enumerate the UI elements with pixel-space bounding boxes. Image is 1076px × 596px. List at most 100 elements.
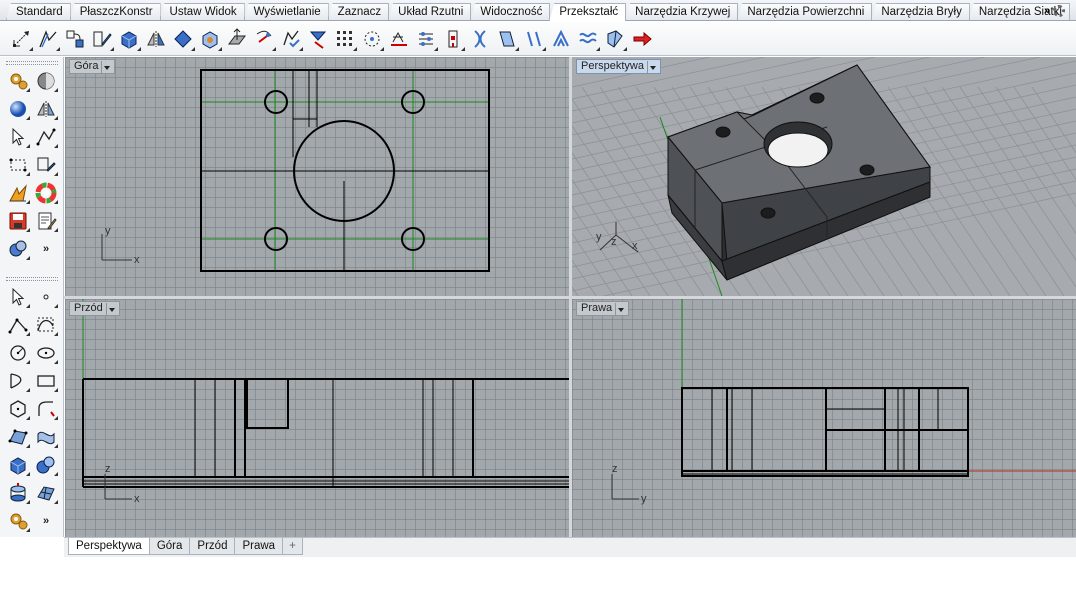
box-solid-icon[interactable]	[4, 451, 32, 479]
surface-curve-icon[interactable]	[32, 423, 60, 451]
snap-icon[interactable]	[332, 25, 358, 53]
history-icon[interactable]	[4, 179, 32, 207]
select-arrow-icon[interactable]	[4, 123, 32, 151]
chevron-right-icon[interactable]: »	[1044, 5, 1050, 17]
dropdown-arrow-icon[interactable]	[646, 60, 657, 73]
tab-6[interactable]: Widoczność	[470, 3, 551, 20]
arc-icon[interactable]	[4, 367, 32, 395]
tab-7[interactable]: Przekształć	[549, 3, 627, 21]
boolean-spheres-icon[interactable]	[4, 235, 32, 263]
tab-8[interactable]: Narzędzia Krzywej	[625, 3, 739, 20]
scale-icon[interactable]	[89, 25, 115, 53]
align-icon[interactable]	[224, 25, 250, 53]
viewport-tab-2[interactable]: Przód	[189, 538, 236, 555]
line-icon[interactable]	[4, 311, 32, 339]
taper-icon[interactable]	[413, 25, 439, 53]
polyline-icon[interactable]	[32, 123, 60, 151]
main-left-group: »	[4, 283, 60, 535]
more-tools-chevron[interactable]: »	[32, 507, 60, 535]
tools-gear-icon[interactable]	[4, 507, 32, 535]
polygon-icon[interactable]	[4, 395, 32, 423]
options-gear-icon[interactable]	[4, 67, 32, 95]
tab-9[interactable]: Narzędzia Powierzchni	[737, 3, 873, 20]
array-icon[interactable]	[170, 25, 196, 53]
edit-points-icon[interactable]	[32, 151, 60, 179]
circle-icon[interactable]	[4, 339, 32, 367]
stretch-icon[interactable]	[467, 25, 493, 53]
viewport-front[interactable]: z x Przód	[65, 299, 569, 537]
properties-icon[interactable]	[32, 207, 60, 235]
rendered-sphere-icon[interactable]	[4, 95, 32, 123]
mirror-icon[interactable]	[32, 95, 60, 123]
shaded-sphere-icon[interactable]	[32, 67, 60, 95]
surface-from-points-icon[interactable]	[4, 423, 32, 451]
ellipse-icon[interactable]	[32, 339, 60, 367]
viewport-tab-0[interactable]: Perspektywa	[68, 538, 150, 555]
viewport-tab-1[interactable]: Góra	[148, 538, 191, 555]
transform-toolbar	[0, 22, 1076, 56]
color-wheel-icon[interactable]	[32, 179, 60, 207]
rectangle-icon[interactable]	[32, 367, 60, 395]
sphere-boolean-icon[interactable]	[32, 451, 60, 479]
tab-4[interactable]: Zaznacz	[327, 3, 390, 20]
left-sidebar-toolbar: » »	[0, 57, 64, 537]
camera-icon[interactable]	[602, 25, 628, 53]
add-viewport-tab-button[interactable]: +	[282, 538, 303, 555]
dropdown-arrow-icon[interactable]	[105, 302, 116, 315]
gear-icon[interactable]	[1053, 5, 1066, 17]
dropdown-arrow-icon[interactable]	[615, 302, 625, 315]
persp-axis-x: x	[632, 240, 638, 252]
polar-array-icon[interactable]	[251, 25, 277, 53]
transform-icon[interactable]	[197, 25, 223, 53]
select-arrow-icon[interactable]	[4, 283, 32, 311]
viewport-top[interactable]: y x Góra	[65, 57, 569, 296]
shear-icon[interactable]	[494, 25, 520, 53]
viewport-label-right[interactable]: Prawa	[576, 301, 630, 316]
more-tools-chevron[interactable]: »	[32, 235, 60, 263]
extrude-icon[interactable]	[4, 479, 32, 507]
smooth-icon[interactable]	[521, 25, 547, 53]
fillet-curve-icon[interactable]	[32, 395, 60, 423]
rotate-icon[interactable]	[62, 25, 88, 53]
viewport-tabs: Perspektywa Góra Przód Prawa +	[64, 537, 1076, 557]
persp-axis-y: y	[596, 231, 602, 243]
viewport-label-perspective[interactable]: Perspektywa	[576, 59, 661, 74]
twist-icon[interactable]	[359, 25, 385, 53]
rectangle-points-icon[interactable]	[4, 151, 32, 179]
bend-icon[interactable]	[386, 25, 412, 53]
mesh-icon[interactable]	[32, 479, 60, 507]
dropdown-arrow-icon[interactable]	[101, 60, 111, 73]
viewport-splitter-horizontal[interactable]	[64, 296, 1076, 299]
front-axis-z: z	[105, 463, 111, 475]
tab-2[interactable]: Ustaw Widok	[159, 3, 245, 20]
tab-1[interactable]: PłaszczKonstr	[69, 3, 161, 20]
toolbar-grip[interactable]	[6, 277, 58, 281]
point-icon[interactable]	[32, 283, 60, 311]
tab-3[interactable]: Wyświetlanie	[243, 3, 329, 20]
copy-icon[interactable]	[35, 25, 61, 53]
splop-icon[interactable]	[575, 25, 601, 53]
grid-array-icon[interactable]	[278, 25, 304, 53]
move-icon[interactable]	[8, 25, 34, 53]
tabs-overflow[interactable]: »	[1044, 3, 1074, 19]
viewport-label-top[interactable]: Góra	[69, 59, 116, 74]
viewport-label-front[interactable]: Przód	[69, 301, 120, 316]
mirror-icon[interactable]	[116, 25, 142, 53]
tab-0[interactable]: Standard	[6, 3, 71, 20]
viewport-right[interactable]: z y Prawa	[572, 299, 1076, 537]
array-curve-icon[interactable]	[305, 25, 331, 53]
cage-icon[interactable]	[548, 25, 574, 53]
toolbar-grip[interactable]	[6, 61, 58, 65]
save-icon[interactable]	[4, 207, 32, 235]
front-view-drawing: z x	[82, 299, 569, 505]
tab-10[interactable]: Narzędzia Bryły	[871, 3, 970, 20]
viewport-perspective[interactable]: y z x Perspektywa	[572, 57, 1076, 296]
orient-icon[interactable]	[143, 25, 169, 53]
top-axis-x: x	[134, 254, 140, 266]
viewport-tab-3[interactable]: Prawa	[234, 538, 284, 555]
viewport-title: Góra	[74, 60, 99, 72]
curve-icon[interactable]	[32, 311, 60, 339]
tab-5[interactable]: Układ Rzutni	[388, 3, 472, 20]
flow-icon[interactable]	[440, 25, 466, 53]
arrow-icon[interactable]	[629, 25, 655, 53]
